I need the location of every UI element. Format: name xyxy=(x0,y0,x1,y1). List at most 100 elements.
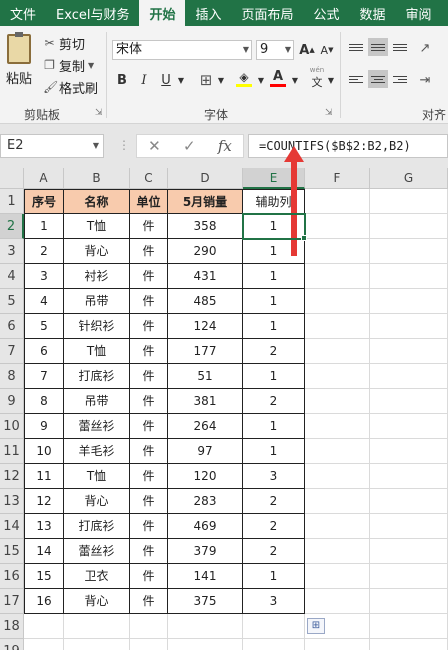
data-cell[interactable]: 177 xyxy=(168,339,243,364)
active-cell[interactable]: 1 xyxy=(242,213,306,240)
format-painter-button[interactable]: 🖌 格式刷 xyxy=(43,78,98,98)
data-cell[interactable]: 件 xyxy=(130,464,168,489)
data-cell[interactable]: 124 xyxy=(168,314,243,339)
helper-column-cell[interactable]: 1 xyxy=(243,289,305,314)
formula-input[interactable]: =COUNTIFS($B$2:B2,B2) xyxy=(248,134,448,158)
column-header[interactable]: G xyxy=(370,168,448,189)
name-box[interactable]: E2 ▼ xyxy=(0,134,104,158)
data-cell[interactable]: 件 xyxy=(130,414,168,439)
empty-cell[interactable] xyxy=(370,589,448,614)
empty-cell[interactable] xyxy=(370,464,448,489)
helper-column-cell[interactable]: 1 xyxy=(243,564,305,589)
data-cell[interactable]: 13 xyxy=(24,514,64,539)
cut-button[interactable]: ✂ 剪切 xyxy=(43,34,85,54)
align-top-button[interactable] xyxy=(346,38,366,56)
borders-icon[interactable]: ⊞ xyxy=(196,70,216,90)
row-header[interactable]: 4 xyxy=(0,264,24,289)
dialog-launcher-icon[interactable]: ⇲ xyxy=(325,108,333,118)
row-header[interactable]: 10 xyxy=(0,414,24,439)
row-header[interactable]: 14 xyxy=(0,514,24,539)
data-cell[interactable]: 蕾丝衫 xyxy=(64,539,130,564)
helper-column-cell[interactable]: 2 xyxy=(243,339,305,364)
helper-column-cell[interactable]: 2 xyxy=(243,389,305,414)
data-cell[interactable]: 吊带 xyxy=(64,289,130,314)
data-cell[interactable]: 件 xyxy=(130,564,168,589)
empty-cell[interactable] xyxy=(305,364,370,389)
helper-column-cell[interactable]: 2 xyxy=(243,489,305,514)
underline-button[interactable]: U xyxy=(158,70,174,90)
auto-fill-options-icon[interactable]: ⊞ xyxy=(307,618,325,634)
data-cell[interactable]: 衬衫 xyxy=(64,264,130,289)
data-cell[interactable]: 3 xyxy=(24,264,64,289)
data-cell[interactable]: T恤 xyxy=(64,339,130,364)
empty-cell[interactable] xyxy=(370,614,448,639)
empty-cell[interactable] xyxy=(370,339,448,364)
data-cell[interactable]: 件 xyxy=(130,339,168,364)
align-center-button[interactable] xyxy=(368,70,388,88)
empty-cell[interactable] xyxy=(305,289,370,314)
data-cell[interactable]: 针织衫 xyxy=(64,314,130,339)
cancel-entry-button[interactable]: ✕ xyxy=(148,137,161,155)
splitter-dots[interactable]: ⋮ xyxy=(118,138,130,152)
empty-cell[interactable] xyxy=(305,439,370,464)
phonetic-guide-button[interactable]: wén 文 xyxy=(308,66,326,89)
ribbon-tab[interactable]: 数据 xyxy=(350,0,396,26)
helper-column-cell[interactable]: 2 xyxy=(243,514,305,539)
align-middle-button[interactable] xyxy=(368,38,388,56)
row-header[interactable]: 15 xyxy=(0,539,24,564)
row-header[interactable]: 11 xyxy=(0,439,24,464)
data-cell[interactable]: 12 xyxy=(24,489,64,514)
data-cell[interactable]: 卫衣 xyxy=(64,564,130,589)
chevron-down-icon[interactable]: ▼ xyxy=(216,70,226,90)
row-header[interactable]: 5 xyxy=(0,289,24,314)
data-cell[interactable]: 羊毛衫 xyxy=(64,439,130,464)
empty-cell[interactable] xyxy=(370,264,448,289)
row-header[interactable]: 3 xyxy=(0,239,24,264)
data-cell[interactable]: 51 xyxy=(168,364,243,389)
row-header[interactable]: 19 xyxy=(0,639,24,650)
data-cell[interactable]: 2 xyxy=(24,239,64,264)
empty-cell[interactable] xyxy=(370,639,448,650)
helper-column-cell[interactable]: 1 xyxy=(243,314,305,339)
row-header[interactable]: 16 xyxy=(0,564,24,589)
grow-font-button[interactable]: A ▲ xyxy=(298,40,316,60)
data-cell[interactable]: 7 xyxy=(24,364,64,389)
data-cell[interactable]: 蕾丝衫 xyxy=(64,414,130,439)
helper-column-cell[interactable]: 1 xyxy=(243,439,305,464)
data-cell[interactable]: 264 xyxy=(168,414,243,439)
empty-cell[interactable] xyxy=(370,414,448,439)
helper-column-cell[interactable]: 3 xyxy=(243,589,305,614)
empty-cell[interactable] xyxy=(243,614,305,639)
empty-cell[interactable] xyxy=(305,639,370,650)
data-cell[interactable]: 件 xyxy=(130,389,168,414)
data-cell[interactable]: 1 xyxy=(24,214,64,239)
empty-cell[interactable] xyxy=(168,614,243,639)
data-cell[interactable]: 120 xyxy=(168,464,243,489)
helper-column-cell[interactable]: 2 xyxy=(243,539,305,564)
data-cell[interactable]: 件 xyxy=(130,539,168,564)
empty-cell[interactable] xyxy=(370,389,448,414)
fill-color-button[interactable]: ◈ xyxy=(234,68,254,88)
empty-cell[interactable] xyxy=(305,389,370,414)
empty-cell[interactable] xyxy=(305,539,370,564)
data-cell[interactable]: 背心 xyxy=(64,239,130,264)
data-cell[interactable]: 431 xyxy=(168,264,243,289)
row-header[interactable]: 17 xyxy=(0,589,24,614)
header-cell[interactable]: 序号 xyxy=(24,189,64,214)
empty-cell[interactable] xyxy=(370,239,448,264)
data-cell[interactable]: 379 xyxy=(168,539,243,564)
chevron-down-icon[interactable]: ▼ xyxy=(256,70,266,90)
data-cell[interactable]: 290 xyxy=(168,239,243,264)
data-cell[interactable]: 8 xyxy=(24,389,64,414)
chevron-down-icon[interactable]: ▼ xyxy=(326,70,336,90)
data-cell[interactable]: 97 xyxy=(168,439,243,464)
ribbon-tab[interactable]: 审阅 xyxy=(396,0,442,26)
data-cell[interactable]: T恤 xyxy=(64,214,130,239)
empty-cell[interactable] xyxy=(370,364,448,389)
confirm-entry-button[interactable]: ✓ xyxy=(183,137,196,155)
chevron-down-icon[interactable]: ▼ xyxy=(176,70,186,90)
data-cell[interactable]: 吊带 xyxy=(64,389,130,414)
helper-column-cell[interactable]: 1 xyxy=(243,364,305,389)
column-header[interactable]: C xyxy=(130,168,168,189)
orientation-icon[interactable]: ↗ xyxy=(416,38,434,58)
